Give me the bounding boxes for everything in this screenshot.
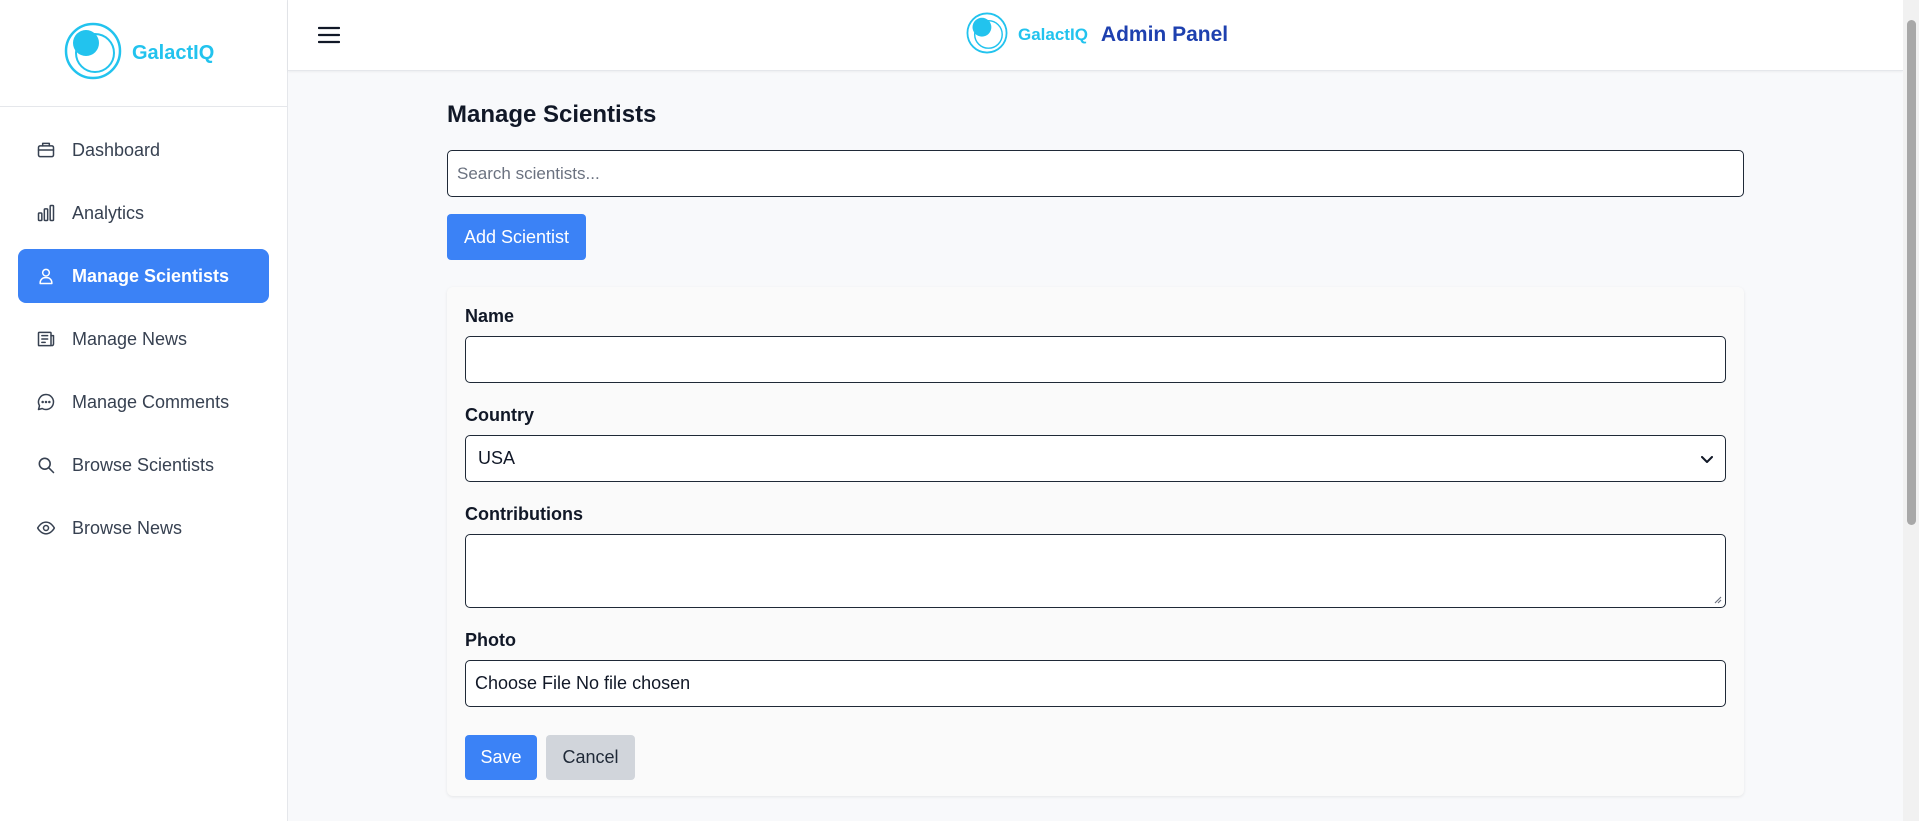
sidebar-item-dashboard[interactable]: Dashboard — [18, 123, 269, 177]
sidebar-item-label: Browse Scientists — [72, 454, 215, 475]
sidebar: GalactIQ Dashboard Analytics Manage Scie… — [0, 0, 288, 821]
contributions-group: Contributions — [465, 503, 1726, 608]
sidebar-item-manage-news[interactable]: Manage News — [18, 312, 269, 366]
galactiq-logo-icon — [966, 12, 1008, 59]
briefcase-icon — [36, 140, 56, 160]
page-scrollbar[interactable] — [1903, 0, 1919, 821]
name-group: Name — [465, 305, 1726, 383]
sidebar-nav: Dashboard Analytics Manage Scientists Ma… — [0, 123, 287, 555]
name-label: Name — [465, 306, 515, 326]
country-group: Country USA — [465, 404, 1726, 482]
hamburger-menu-icon[interactable] — [316, 22, 342, 48]
galactiq-logo-icon — [64, 22, 122, 85]
top-bar: GalactIQ Admin Panel — [288, 0, 1903, 71]
eye-icon — [36, 518, 56, 538]
chevron-down-icon — [1701, 448, 1713, 469]
photo-label: Photo — [465, 630, 516, 650]
header-brand-name: GalactIQ — [1018, 25, 1088, 44]
file-status: No file chosen — [576, 673, 691, 693]
main-content: Manage Scientists Add Scientist Name Cou… — [447, 100, 1744, 796]
user-icon — [36, 266, 56, 286]
search-input[interactable] — [447, 150, 1744, 197]
sidebar-brand[interactable]: GalactIQ — [0, 0, 287, 107]
resize-handle-icon[interactable] — [1713, 595, 1722, 604]
sidebar-item-label: Analytics — [72, 202, 145, 223]
scientist-form: Name Country USA Contributions Photo Cho… — [447, 287, 1744, 796]
country-label: Country — [465, 405, 534, 425]
page-title: Manage Scientists — [447, 101, 657, 128]
sidebar-item-manage-scientists[interactable]: Manage Scientists — [18, 249, 269, 303]
scrollbar-thumb[interactable] — [1907, 20, 1916, 525]
header-brand: GalactIQ Admin Panel — [966, 12, 1229, 59]
sidebar-item-manage-comments[interactable]: Manage Comments — [18, 375, 269, 429]
search-icon — [36, 455, 56, 475]
sidebar-item-label: Dashboard — [72, 139, 161, 160]
country-selected-value: USA — [478, 448, 516, 468]
photo-file-input[interactable]: Choose File No file chosen — [465, 660, 1726, 707]
name-field[interactable] — [465, 336, 1726, 383]
country-select[interactable]: USA — [465, 435, 1726, 482]
sidebar-item-browse-news[interactable]: Browse News — [18, 501, 269, 555]
sidebar-item-analytics[interactable]: Analytics — [18, 186, 269, 240]
contributions-textarea[interactable] — [465, 534, 1726, 608]
save-button[interactable]: Save — [465, 735, 537, 780]
sidebar-item-label: Manage News — [72, 328, 188, 349]
cancel-button[interactable]: Cancel — [546, 735, 635, 780]
contributions-label: Contributions — [465, 504, 583, 524]
header-title: Admin Panel — [1100, 23, 1229, 46]
form-actions: Save Cancel — [465, 735, 1726, 780]
photo-group: Photo Choose File No file chosen — [465, 629, 1726, 707]
bar-chart-icon — [36, 203, 56, 223]
newspaper-icon — [36, 329, 56, 349]
sidebar-item-label: Manage Comments — [72, 391, 230, 412]
sidebar-brand-name: GalactIQ — [132, 41, 215, 64]
sidebar-item-label: Browse News — [72, 517, 183, 538]
sidebar-item-label: Manage Scientists — [72, 265, 230, 286]
add-scientist-button[interactable]: Add Scientist — [447, 214, 586, 260]
sidebar-item-browse-scientists[interactable]: Browse Scientists — [18, 438, 269, 492]
chat-bubble-icon — [36, 392, 56, 412]
choose-file-button[interactable]: Choose File — [475, 673, 571, 694]
